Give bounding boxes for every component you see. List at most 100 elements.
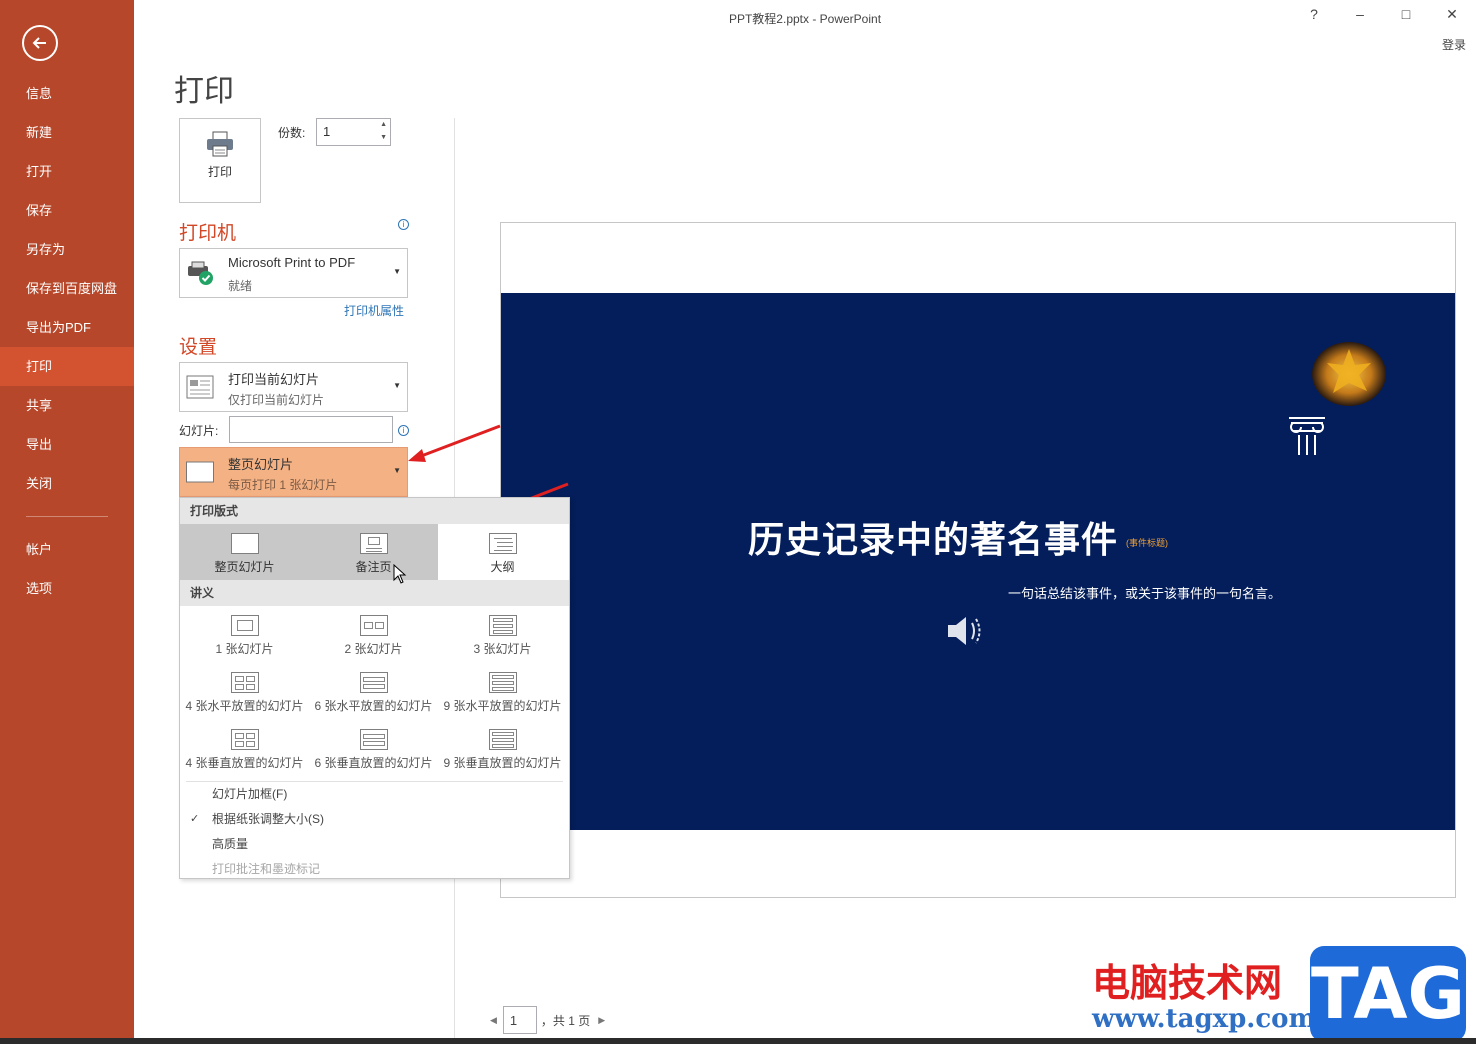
notes-page-icon	[359, 533, 388, 554]
handout-1-slide[interactable]: 1 张幻灯片	[180, 606, 309, 663]
settings-heading: 设置	[179, 336, 218, 358]
print-layout-dropdown[interactable]: 整页幻灯片 每页打印 1 张幻灯片 ▼	[179, 447, 408, 497]
info-icon[interactable]: i	[398, 219, 409, 230]
handout-label: 2 张幻灯片	[344, 642, 403, 656]
option-scale-to-fit[interactable]: ✓ 根据纸张调整大小(S)	[180, 807, 569, 832]
handout-9-vertical[interactable]: 9 张垂直放置的幻灯片	[438, 720, 567, 777]
spin-up-icon[interactable]: ▲	[380, 121, 387, 128]
nav-item-save-baidu[interactable]: 保存到百度网盘	[0, 269, 134, 308]
slide-tag: (事件标题)	[1126, 538, 1168, 548]
print-range-dropdown[interactable]: 打印当前幻灯片 仅打印当前幻灯片 ▼	[179, 362, 408, 412]
nav-divider	[26, 516, 108, 517]
nav-item-open[interactable]: 打开	[0, 152, 134, 191]
handout-6-vertical[interactable]: 6 张垂直放置的幻灯片	[309, 720, 438, 777]
handout-2-icon	[359, 615, 388, 636]
print-layout-sub: 每页打印 1 张幻灯片	[228, 478, 338, 492]
prev-page-icon[interactable]: ◀	[490, 1015, 497, 1026]
handout-4v-icon	[230, 729, 259, 750]
nav-item-info[interactable]: 信息	[0, 74, 134, 113]
nav-item-close[interactable]: 关闭	[0, 464, 134, 503]
slides-label: 幻灯片:	[179, 424, 219, 438]
printer-status: 就绪	[228, 279, 253, 293]
printer-icon	[207, 131, 233, 157]
print-preview: 历史记录中的著名事件 (事件标题) 一句话总结该事件，或关于该事件的一句名言。	[500, 222, 1456, 898]
copies-stepper[interactable]: 1 ▲ ▼	[316, 118, 391, 146]
print-button-label: 打印	[207, 165, 232, 179]
checkmark-icon: ✓	[190, 813, 200, 825]
handout-3-icon	[488, 615, 517, 636]
handout-9-horizontal[interactable]: 9 张水平放置的幻灯片	[438, 663, 567, 720]
layout-full-page-slide[interactable]: 整页幻灯片	[180, 524, 309, 580]
option-frame-slides[interactable]: 幻灯片加框(F)	[180, 782, 569, 807]
nav-item-new[interactable]: 新建	[0, 113, 134, 152]
handout-label: 1 张幻灯片	[215, 642, 274, 656]
print-range-sub: 仅打印当前幻灯片	[228, 393, 325, 407]
page-number-value: 1	[509, 1013, 518, 1028]
handout-6v-icon	[359, 729, 388, 750]
mouse-cursor-icon	[393, 564, 407, 584]
handout-4h-icon	[230, 672, 259, 693]
spin-down-icon[interactable]: ▼	[380, 134, 387, 141]
handout-6-horizontal[interactable]: 6 张水平放置的幻灯片	[309, 663, 438, 720]
taskbar-edge	[0, 1038, 1476, 1044]
handout-9v-icon	[488, 729, 517, 750]
handout-9h-icon	[488, 672, 517, 693]
layout-notes-page[interactable]: 备注页	[309, 524, 438, 580]
nav-item-save[interactable]: 保存	[0, 191, 134, 230]
watermark-logo: TAG	[1310, 946, 1466, 1042]
slide-preview: 历史记录中的著名事件 (事件标题) 一句话总结该事件，或关于该事件的一句名言。	[501, 293, 1455, 830]
back-arrow-icon[interactable]	[22, 25, 58, 61]
nav-item-export-pdf[interactable]: 导出为PDF	[0, 308, 134, 347]
handout-label: 6 张垂直放置的幻灯片	[314, 756, 433, 770]
pillar-icon	[1289, 417, 1325, 455]
sign-in-link[interactable]: 登录	[1442, 36, 1466, 53]
handout-6h-icon	[359, 672, 388, 693]
handout-3-slides[interactable]: 3 张幻灯片	[438, 606, 567, 663]
watermark-url: www.tagxp.com	[1092, 1004, 1317, 1034]
nav-item-account[interactable]: 帐户	[0, 530, 134, 569]
option-high-quality[interactable]: 高质量	[180, 832, 569, 857]
print-button[interactable]: 打印	[179, 118, 261, 203]
option-label: 高质量	[212, 837, 249, 851]
title-bar: PPT教程2.pptx - PowerPoint ? – □ ✕	[134, 0, 1476, 34]
handout-label: 9 张垂直放置的幻灯片	[443, 756, 562, 770]
handout-label: 4 张垂直放置的幻灯片	[185, 756, 304, 770]
layout-label: 整页幻灯片	[214, 560, 275, 574]
help-button[interactable]: ?	[1302, 6, 1326, 22]
handout-2-slides[interactable]: 2 张幻灯片	[309, 606, 438, 663]
chevron-down-icon: ▼	[393, 381, 401, 390]
nav-item-print[interactable]: 打印	[0, 347, 134, 386]
autumn-leaf-image	[1312, 342, 1386, 406]
next-page-icon[interactable]: ▶	[598, 1015, 605, 1026]
window-title: PPT教程2.pptx - PowerPoint	[728, 12, 882, 26]
backstage-nav: 信息 新建 打开 保存 另存为 保存到百度网盘 导出为PDF 打印 共享 导出 …	[0, 74, 134, 608]
handout-label: 3 张幻灯片	[473, 642, 532, 656]
page-total: ，共 1 页	[540, 1013, 591, 1028]
nav-item-save-as[interactable]: 另存为	[0, 230, 134, 269]
page-title: 打印	[174, 74, 234, 109]
nav-item-options[interactable]: 选项	[0, 569, 134, 608]
handout-label: 9 张水平放置的幻灯片	[443, 699, 562, 713]
handout-4-vertical[interactable]: 4 张垂直放置的幻灯片	[180, 720, 309, 777]
printer-properties-link[interactable]: 打印机属性	[344, 302, 404, 319]
handout-1-icon	[230, 615, 259, 636]
handout-4-horizontal[interactable]: 4 张水平放置的幻灯片	[180, 663, 309, 720]
option-print-comments: 打印批注和墨迹标记	[180, 857, 569, 882]
nav-item-export[interactable]: 导出	[0, 425, 134, 464]
minimize-button[interactable]: –	[1348, 6, 1372, 22]
current-slide-icon	[186, 375, 214, 399]
chevron-down-icon: ▼	[393, 267, 401, 276]
page-number-input[interactable]: 1	[502, 1006, 537, 1034]
layout-outline[interactable]: 大纲	[438, 524, 567, 580]
backstage-sidebar: 信息 新建 打开 保存 另存为 保存到百度网盘 导出为PDF 打印 共享 导出 …	[0, 0, 134, 1044]
layout-label: 备注页	[355, 560, 392, 574]
printer-dropdown[interactable]: Microsoft Print to PDF 就绪 ▼	[179, 248, 408, 298]
maximize-button[interactable]: □	[1394, 6, 1418, 22]
full-page-slide-icon	[230, 533, 259, 554]
printer-name: Microsoft Print to PDF	[228, 255, 356, 270]
close-button[interactable]: ✕	[1440, 6, 1464, 23]
printer-heading: 打印机	[179, 222, 237, 244]
slides-input[interactable]	[229, 416, 393, 443]
nav-item-share[interactable]: 共享	[0, 386, 134, 425]
print-range-main: 打印当前幻灯片	[228, 372, 320, 387]
